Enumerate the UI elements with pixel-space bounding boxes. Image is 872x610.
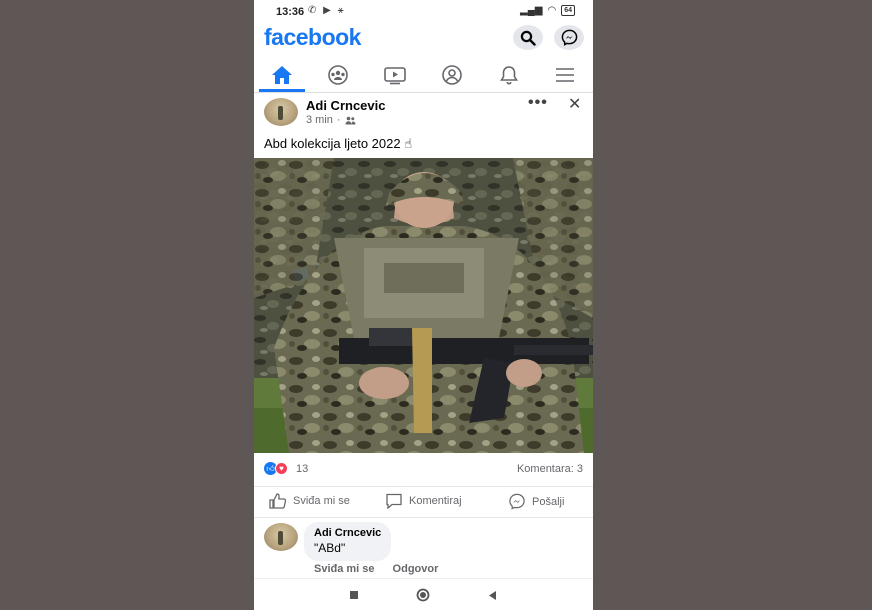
comment-item: Adi Crncevic "ABd" Sviđa mi se Odgovor: [254, 520, 593, 580]
comment-actions: Sviđa mi se Odgovor: [314, 563, 438, 575]
comment-author-avatar[interactable]: [264, 523, 298, 551]
status-time: 13:36: [276, 6, 305, 18]
home-nav-button[interactable]: [415, 587, 431, 603]
status-bar: 13:36 ✆ ▶ ⚹ ▂▄▆ ◠ 64: [254, 0, 593, 24]
separator-dot: ·: [336, 114, 341, 126]
comment-text: "ABd": [314, 541, 346, 555]
post-text: Abd kolekcija ljeto 2022 ☝: [264, 136, 413, 151]
comment-label: Komentiraj: [409, 495, 462, 507]
reactions-summary[interactable]: 👍︎ ♥ 13 Komentara: 3: [254, 458, 593, 478]
facebook-logo[interactable]: facebook: [264, 24, 361, 51]
friends-icon: [345, 116, 356, 124]
post-meta: 3 min ·: [306, 114, 356, 126]
comment-button[interactable]: Komentiraj: [385, 493, 462, 509]
comment-reply-button[interactable]: Odgovor: [393, 563, 439, 575]
post-time[interactable]: 3 min: [306, 114, 333, 126]
status-notification-icons: ✆ ▶ ⚹: [308, 5, 346, 16]
recents-button[interactable]: [346, 587, 362, 603]
square-icon: [350, 591, 358, 599]
more-options-button[interactable]: •••: [528, 94, 548, 112]
system-nav-bar: [254, 578, 593, 610]
thumbs-up-icon: [269, 493, 287, 509]
messenger-button[interactable]: [554, 25, 584, 50]
comment-author[interactable]: Adi Crncevic: [314, 527, 381, 539]
comment-bubble[interactable]: Adi Crncevic "ABd": [304, 522, 392, 561]
close-icon[interactable]: ✕: [568, 94, 581, 114]
messenger-icon: [509, 493, 525, 510]
wifi-icon: ◠: [547, 5, 557, 16]
tab-bar: [254, 58, 593, 93]
comment-count[interactable]: Komentara: 3: [517, 463, 583, 475]
tab-watch[interactable]: [378, 62, 412, 88]
love-reaction-icon: ♥: [275, 462, 288, 475]
author-avatar[interactable]: [264, 98, 298, 126]
bell-icon: [500, 66, 518, 85]
messenger-icon: [561, 29, 577, 46]
tab-profile[interactable]: [435, 62, 469, 88]
post-photo[interactable]: [254, 158, 593, 453]
home-icon: [272, 66, 292, 84]
post-author[interactable]: Adi Crncevic: [306, 98, 385, 113]
like-button[interactable]: Sviđa mi se: [269, 493, 350, 509]
reaction-icons: 👍︎ ♥: [264, 462, 288, 475]
post-header: Adi Crncevic 3 min · ••• ✕: [254, 92, 593, 132]
circle-icon: [416, 588, 430, 602]
soldier-photo: [254, 158, 593, 453]
profile-icon: [442, 65, 462, 85]
tab-menu[interactable]: [548, 62, 582, 88]
battery-icon: 64: [561, 5, 575, 16]
comment-like-button[interactable]: Sviđa mi se: [314, 563, 375, 575]
groups-icon: [328, 65, 348, 85]
tab-groups[interactable]: [321, 62, 355, 88]
phone-screen: 13:36 ✆ ▶ ⚹ ▂▄▆ ◠ 64 facebook Adi Crncev…: [254, 0, 593, 610]
search-icon: [520, 30, 536, 46]
share-messenger-button[interactable]: Pošalji: [508, 493, 564, 510]
like-label: Sviđa mi se: [293, 495, 350, 507]
post-actions: Sviđa mi se Komentiraj Pošalji: [254, 486, 593, 518]
share-label: Pošalji: [532, 495, 565, 508]
tab-notifications[interactable]: [492, 62, 526, 88]
video-icon: [384, 67, 406, 85]
back-button[interactable]: [484, 587, 500, 603]
menu-icon: [556, 68, 574, 82]
tab-home[interactable]: [259, 62, 305, 92]
comment-icon: [386, 493, 402, 509]
signal-icon: ▂▄▆: [520, 5, 543, 16]
status-right-icons: ▂▄▆ ◠ 64: [520, 5, 575, 16]
back-triangle-icon: [488, 590, 496, 600]
search-button[interactable]: [513, 25, 543, 50]
reaction-count: 13: [296, 463, 309, 475]
